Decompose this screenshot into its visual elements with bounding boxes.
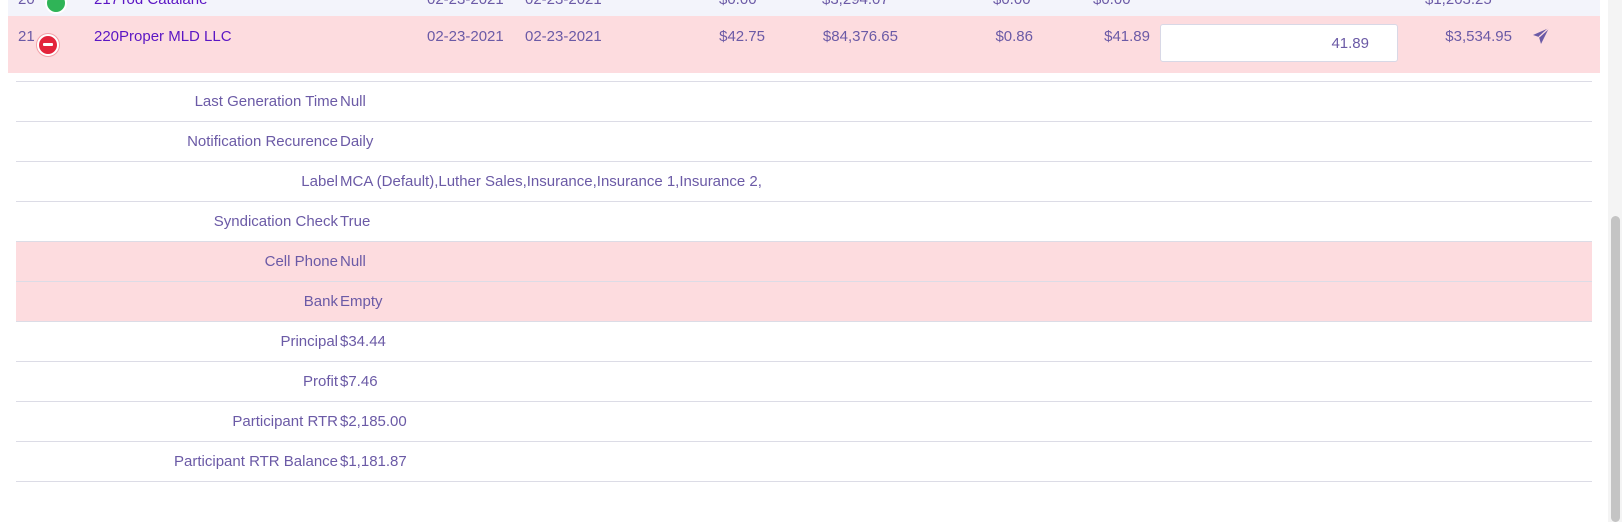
end-date: 02-23-2021 xyxy=(525,28,602,45)
detail-row-label: Label MCA (Default),Luther Sales,Insuran… xyxy=(16,162,1592,202)
row-index: 21 xyxy=(18,28,35,45)
detail-row-principal: Principal $34.44 xyxy=(16,322,1592,362)
previous-row-funded: $3,294.07 xyxy=(822,0,889,8)
detail-row-notification-recurence: Notification Recurence Daily xyxy=(16,122,1592,162)
detail-value: True xyxy=(340,213,371,230)
minus-circle-icon[interactable] xyxy=(37,34,59,56)
detail-label: Profit xyxy=(302,373,338,390)
detail-value: Empty xyxy=(340,293,383,310)
previous-row-net: $0.00 xyxy=(1093,0,1131,8)
table-row: 21 220Proper MLD LLC 02-23-2021 02-23-20… xyxy=(8,16,1600,73)
detail-value: $7.46 xyxy=(340,373,378,390)
previous-row-index: 20 xyxy=(18,0,35,8)
detail-row-profit: Profit $7.46 xyxy=(16,362,1592,402)
details-panel: Last Generation Time Null Notification R… xyxy=(16,81,1592,482)
detail-row-participant-rtr: Participant RTR $2,185.00 xyxy=(16,402,1592,442)
previous-row-date2: 02-23-2021 xyxy=(525,0,602,8)
start-date: 02-23-2021 xyxy=(427,28,504,45)
previous-row-rate: $0.00 xyxy=(719,0,757,8)
vertical-scrollbar[interactable] xyxy=(1608,0,1622,522)
detail-label: Bank xyxy=(303,293,338,310)
detail-label: Syndication Check xyxy=(213,213,338,230)
check-circle-icon[interactable] xyxy=(45,0,67,14)
detail-row-bank: Bank Empty xyxy=(16,282,1592,322)
amount-input[interactable] xyxy=(1160,24,1398,62)
funded-value: $84,376.65 xyxy=(822,28,898,45)
detail-label: Principal xyxy=(280,333,338,350)
rate-value: $42.75 xyxy=(719,28,765,45)
detail-label: Cell Phone xyxy=(264,253,338,270)
previous-row-fee: $0.00 xyxy=(993,0,1031,8)
detail-label: Participant RTR Balance xyxy=(174,453,338,470)
scrollbar-thumb[interactable] xyxy=(1611,216,1620,522)
detail-value: $1,181.87 xyxy=(340,453,407,470)
detail-value: $2,185.00 xyxy=(340,413,407,430)
payback-value: $3,534.95 xyxy=(1445,28,1512,45)
previous-row-payback: $1,203.25 xyxy=(1425,0,1492,8)
detail-label: Participant RTR xyxy=(232,413,338,430)
detail-row-cell-phone: Cell Phone Null xyxy=(16,242,1592,282)
detail-value: Null xyxy=(340,253,366,270)
previous-row-company-link[interactable]: 217Tod Catalane xyxy=(94,0,207,8)
previous-table-row: 20 217Tod Catalane 02-23-2021 02-23-2021… xyxy=(8,0,1600,17)
detail-row-participant-rtr-balance: Participant RTR Balance $1,181.87 xyxy=(16,442,1592,482)
fee-value: $0.86 xyxy=(995,28,1033,45)
detail-label: Label xyxy=(301,173,338,190)
company-link[interactable]: 220Proper MLD LLC xyxy=(94,28,232,45)
detail-value: MCA (Default),Luther Sales,Insurance,Ins… xyxy=(340,173,762,190)
net-value: $41.89 xyxy=(1104,28,1150,45)
detail-value: Null xyxy=(340,93,366,110)
paper-plane-icon[interactable] xyxy=(1531,26,1551,46)
detail-row-last-generation-time: Last Generation Time Null xyxy=(16,82,1592,122)
detail-value: $34.44 xyxy=(340,333,386,350)
detail-label: Notification Recurence xyxy=(187,133,338,150)
detail-label: Last Generation Time xyxy=(194,93,338,110)
detail-row-syndication-check: Syndication Check True xyxy=(16,202,1592,242)
previous-row-date1: 02-23-2021 xyxy=(427,0,504,8)
detail-value: Daily xyxy=(340,133,374,150)
